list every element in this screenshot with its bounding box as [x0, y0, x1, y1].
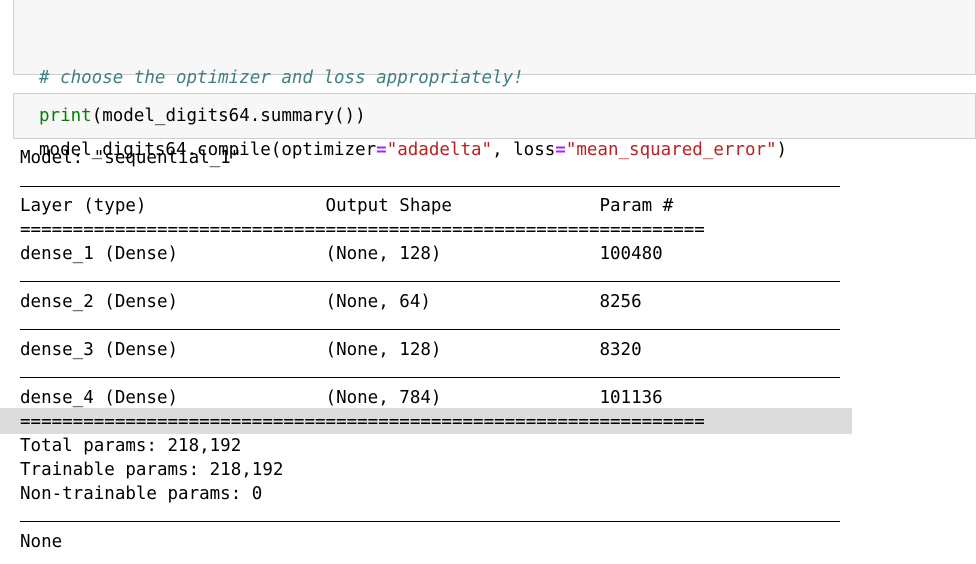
- code-cell-compile[interactable]: # choose the optimizer and loss appropri…: [13, 0, 976, 160]
- separator-line: [20, 521, 840, 522]
- separator-line: [20, 377, 840, 378]
- separator-line: [20, 281, 840, 282]
- code-cell-summary[interactable]: print(model_digits64.summary()): [13, 93, 976, 139]
- table-row: dense_2 (Dense) (None, 64) 8256: [20, 292, 705, 312]
- code-comment: # choose the optimizer and loss appropri…: [39, 68, 524, 88]
- table-row: dense_4 (Dense) (None, 784) 101136: [20, 388, 705, 408]
- table-header: Layer (type) Output Shape Param #: [20, 196, 705, 216]
- table-row: dense_3 (Dense) (None, 128) 8320: [20, 340, 705, 360]
- non-trainable-params: Non-trainable params: 0: [20, 484, 263, 504]
- double-separator: ========================================…: [20, 412, 705, 432]
- table-row: dense_1 (Dense) (None, 128) 100480: [20, 244, 705, 264]
- model-name-line: Model: "sequential_1": [20, 148, 242, 168]
- cell-output: Model: "sequential_1" Layer (type) Outpu…: [20, 146, 705, 552]
- trainable-params: Trainable params: 218,192: [20, 460, 284, 480]
- print-result: None: [20, 532, 63, 552]
- double-separator: ========================================…: [20, 220, 705, 240]
- code-line-print[interactable]: print(model_digits64.summary()): [39, 104, 366, 128]
- total-params: Total params: 218,192: [20, 436, 242, 456]
- separator-line: [20, 329, 840, 330]
- separator-line: [20, 186, 840, 187]
